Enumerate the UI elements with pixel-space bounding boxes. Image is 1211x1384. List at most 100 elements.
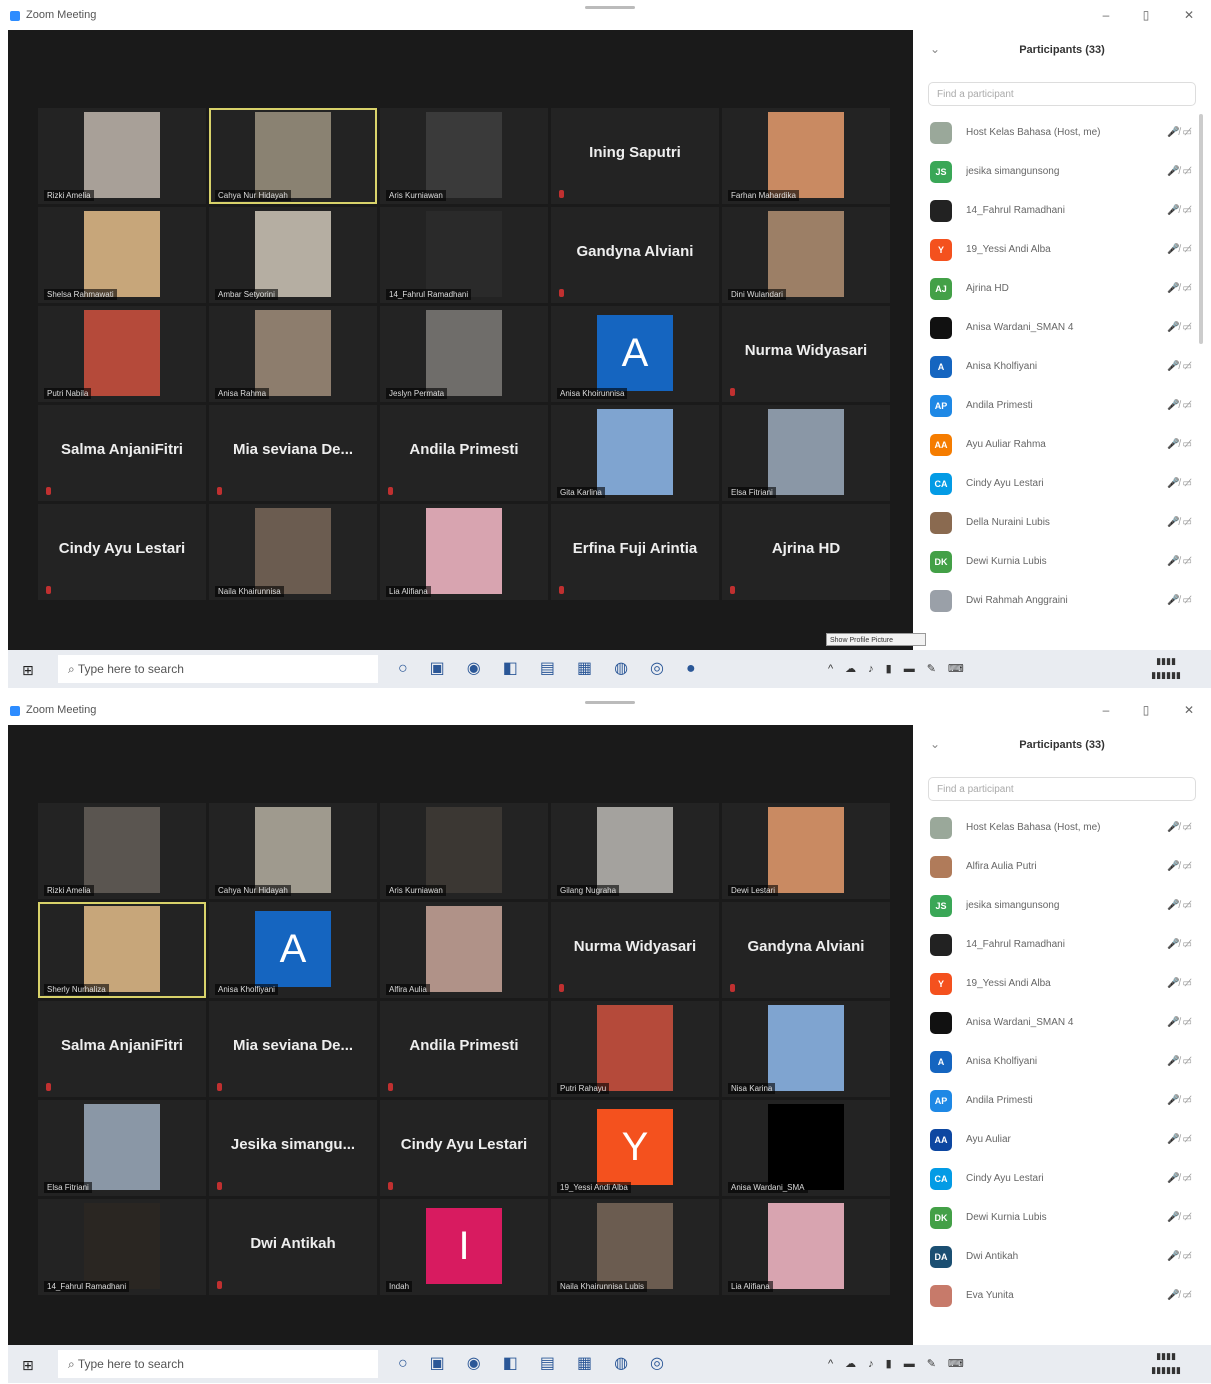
participant-row[interactable]: Host Kelas Bahasa (Host, me) 🎤̸ ▭̸: [926, 809, 1202, 848]
participant-row[interactable]: DA Dwi Antikah 🎤̸ ▭̸: [926, 1238, 1202, 1277]
video-tile[interactable]: Salma AnjaniFitri: [38, 405, 206, 501]
video-tile[interactable]: Cahya Nur Hidayah: [209, 803, 377, 899]
minimize-icon[interactable]: –: [1095, 701, 1117, 719]
video-tile[interactable]: Sherly Nurhaliza: [38, 902, 206, 998]
video-tile[interactable]: Mia seviana De...: [209, 1001, 377, 1097]
video-tile[interactable]: Ining Saputri: [551, 108, 719, 204]
system-tray[interactable]: ^☁♪▮▬✎⌨: [828, 1357, 976, 1370]
participant-row[interactable]: AP Andila Primesti 🎤̸ ▭̸: [926, 387, 1202, 426]
video-tile[interactable]: Ambar Setyorini: [209, 207, 377, 303]
participant-row[interactable]: Host Kelas Bahasa (Host, me) 🎤̸ ▭̸: [926, 114, 1202, 153]
scrollbar[interactable]: [1199, 114, 1203, 344]
video-tile[interactable]: Elsa Fitriani: [722, 405, 890, 501]
taskbar-search-input[interactable]: ⌕ Type here to search: [58, 1350, 378, 1378]
video-tile[interactable]: Mia seviana De...: [209, 405, 377, 501]
video-tile[interactable]: Lia Alifiana: [722, 1199, 890, 1295]
video-tile[interactable]: Nurma Widyasari: [551, 902, 719, 998]
participant-search-input[interactable]: Find a participant: [928, 82, 1196, 106]
participant-list-name: Anisa Kholfiyani: [966, 1056, 1038, 1067]
participant-video: [768, 807, 844, 893]
drag-handle[interactable]: [585, 701, 635, 704]
participant-row[interactable]: DK Dewi Kurnia Lubis 🎤̸ ▭̸: [926, 543, 1202, 582]
video-tile[interactable]: Dewi Lestari: [722, 803, 890, 899]
participant-row[interactable]: Anisa Wardani_SMAN 4 🎤̸ ▭̸: [926, 309, 1202, 348]
maximize-icon[interactable]: ▯: [1135, 6, 1157, 24]
participant-avatar: DK: [930, 1207, 952, 1229]
video-tile[interactable]: Cindy Ayu Lestari: [380, 1100, 548, 1196]
video-tile[interactable]: 14_Fahrul Ramadhani: [380, 207, 548, 303]
minimize-icon[interactable]: –: [1095, 6, 1117, 24]
video-tile[interactable]: Putri Rahayu: [551, 1001, 719, 1097]
video-tile[interactable]: Andila Primesti: [380, 405, 548, 501]
video-tile[interactable]: Jeslyn Permata: [380, 306, 548, 402]
participant-avatar: JS: [930, 161, 952, 183]
video-tile[interactable]: Anisa Rahma: [209, 306, 377, 402]
video-tile[interactable]: Farhan Mahardika: [722, 108, 890, 204]
video-tile[interactable]: Aris Kurniawan: [380, 108, 548, 204]
participant-row[interactable]: 14_Fahrul Ramadhani 🎤̸ ▭̸: [926, 192, 1202, 231]
video-tile[interactable]: Jesika simangu...: [209, 1100, 377, 1196]
close-icon[interactable]: ✕: [1178, 701, 1200, 719]
participant-row[interactable]: A Anisa Kholfiyani 🎤̸ ▭̸: [926, 1043, 1202, 1082]
taskbar-search-input[interactable]: ⌕ Type here to search: [58, 655, 378, 683]
video-tile[interactable]: Alfira Aulia: [380, 902, 548, 998]
video-tile[interactable]: Elsa Fitriani: [38, 1100, 206, 1196]
video-tile[interactable]: A Anisa Khoirunnisa: [551, 306, 719, 402]
video-tile[interactable]: Nisa Karina: [722, 1001, 890, 1097]
taskbar-app-icons[interactable]: ○▣◉◧▤▦◍◎●: [398, 658, 718, 678]
participant-row[interactable]: Y 19_Yessi Andi Alba 🎤̸ ▭̸: [926, 231, 1202, 270]
video-tile[interactable]: Nurma Widyasari: [722, 306, 890, 402]
close-icon[interactable]: ✕: [1178, 6, 1200, 24]
drag-handle[interactable]: [585, 6, 635, 9]
windows-start-icon[interactable]: ⊞: [22, 1357, 34, 1374]
participant-row[interactable]: Y 19_Yessi Andi Alba 🎤̸ ▭̸: [926, 965, 1202, 1004]
participant-row[interactable]: AA Ayu Auliar Rahma 🎤̸ ▭̸: [926, 426, 1202, 465]
video-tile[interactable]: Erfina Fuji Arintia: [551, 504, 719, 600]
video-tile[interactable]: Rizki Amelia: [38, 803, 206, 899]
video-tile[interactable]: Salma AnjaniFitri: [38, 1001, 206, 1097]
video-tile[interactable]: Naila Khairunnisa: [209, 504, 377, 600]
video-tile[interactable]: Y 19_Yessi Andi Alba: [551, 1100, 719, 1196]
video-tile[interactable]: A Anisa Kholfiyani: [209, 902, 377, 998]
participant-row[interactable]: Alfira Aulia Putri 🎤̸ ▭̸: [926, 848, 1202, 887]
taskbar-app-icons[interactable]: ○▣◉◧▤▦◍◎: [398, 1353, 686, 1373]
participant-row[interactable]: 14_Fahrul Ramadhani 🎤̸ ▭̸: [926, 926, 1202, 965]
participant-row[interactable]: JS jesika simangunsong 🎤̸ ▭̸: [926, 887, 1202, 926]
participant-row[interactable]: Anisa Wardani_SMAN 4 🎤̸ ▭̸: [926, 1004, 1202, 1043]
participant-list-name: jesika simangunsong: [966, 166, 1060, 177]
participant-row[interactable]: AA Ayu Auliar 🎤̸ ▭̸: [926, 1121, 1202, 1160]
participant-row[interactable]: AJ Ajrina HD 🎤̸ ▭̸: [926, 270, 1202, 309]
participant-row[interactable]: CA Cindy Ayu Lestari 🎤̸ ▭̸: [926, 1160, 1202, 1199]
participant-row[interactable]: Eva Yunita 🎤̸ ▭̸: [926, 1277, 1202, 1316]
video-tile[interactable]: Shelsa Rahmawati: [38, 207, 206, 303]
video-tile[interactable]: 14_Fahrul Ramadhani: [38, 1199, 206, 1295]
video-tile[interactable]: Dwi Antikah: [209, 1199, 377, 1295]
participant-search-input[interactable]: Find a participant: [928, 777, 1196, 801]
participant-row[interactable]: Dwi Rahmah Anggraini 🎤̸ ▭̸: [926, 582, 1202, 621]
participant-row[interactable]: CA Cindy Ayu Lestari 🎤̸ ▭̸: [926, 465, 1202, 504]
video-tile[interactable]: Gilang Nugraha: [551, 803, 719, 899]
video-tile[interactable]: Gandyna Alviani: [551, 207, 719, 303]
participant-row[interactable]: JS jesika simangunsong 🎤̸ ▭̸: [926, 153, 1202, 192]
video-tile[interactable]: Gandyna Alviani: [722, 902, 890, 998]
windows-start-icon[interactable]: ⊞: [22, 662, 34, 679]
video-tile[interactable]: Ajrina HD: [722, 504, 890, 600]
video-tile[interactable]: Lia Alifiana: [380, 504, 548, 600]
video-tile[interactable]: I Indah: [380, 1199, 548, 1295]
video-tile[interactable]: Putri Nabila: [38, 306, 206, 402]
video-tile[interactable]: Andila Primesti: [380, 1001, 548, 1097]
participant-row[interactable]: Della Nuraini Lubis 🎤̸ ▭̸: [926, 504, 1202, 543]
video-tile[interactable]: Cindy Ayu Lestari: [38, 504, 206, 600]
participant-row[interactable]: DK Dewi Kurnia Lubis 🎤̸ ▭̸: [926, 1199, 1202, 1238]
video-tile[interactable]: Cahya Nur Hidayah: [209, 108, 377, 204]
maximize-icon[interactable]: ▯: [1135, 701, 1157, 719]
video-tile[interactable]: Anisa Wardani_SMA: [722, 1100, 890, 1196]
participant-row[interactable]: A Anisa Kholfiyani 🎤̸ ▭̸: [926, 348, 1202, 387]
video-tile[interactable]: Aris Kurniawan: [380, 803, 548, 899]
video-tile[interactable]: Dini Wulandari: [722, 207, 890, 303]
video-tile[interactable]: Naila Khairunnisa Lubis: [551, 1199, 719, 1295]
system-tray[interactable]: ^☁♪▮▬✎⌨: [828, 662, 976, 675]
video-tile[interactable]: Rizki Amelia: [38, 108, 206, 204]
participant-row[interactable]: AP Andila Primesti 🎤̸ ▭̸: [926, 1082, 1202, 1121]
video-tile[interactable]: Gita Karlina: [551, 405, 719, 501]
